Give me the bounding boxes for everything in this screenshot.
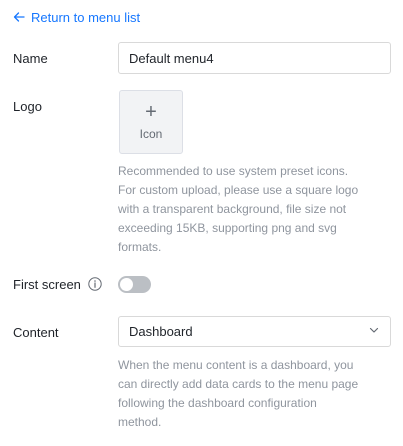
content-select[interactable]: Dashboard xyxy=(118,316,391,347)
logo-help-text: Recommended to use system preset icons. … xyxy=(118,162,358,257)
toggle-knob xyxy=(120,278,133,291)
menu-settings-form: Return to menu list Name Logo + Icon Rec… xyxy=(0,0,403,446)
plus-icon: + xyxy=(145,101,157,123)
logo-help-line: Recommended to use system preset icons. xyxy=(118,164,349,178)
logo-help-line: formats. xyxy=(118,240,162,254)
first-screen-label: First screen xyxy=(13,277,81,292)
info-circle-icon[interactable] xyxy=(88,277,102,291)
logo-help-line: with a transparent background, file size… xyxy=(118,202,347,216)
logo-help-line: For custom upload, please use a square l… xyxy=(118,183,359,197)
name-input[interactable] xyxy=(118,42,391,74)
arrow-left-icon xyxy=(13,11,25,23)
return-link-label: Return to menu list xyxy=(31,9,141,25)
icon-upload-label: Icon xyxy=(139,127,163,141)
logo-label: Logo xyxy=(13,99,42,114)
content-label: Content xyxy=(13,325,59,340)
first-screen-toggle[interactable] xyxy=(118,276,151,293)
logo-help-line: exceeding 15KB, supporting png and svg xyxy=(118,221,337,235)
content-help-line: can directly add data cards to the menu … xyxy=(118,377,359,391)
return-to-menu-list-link[interactable]: Return to menu list xyxy=(13,8,140,26)
content-help-line: method. xyxy=(118,415,162,429)
content-selected-value: Dashboard xyxy=(129,324,193,339)
chevron-down-icon xyxy=(368,324,380,339)
content-help-line: following the dashboard configuration xyxy=(118,396,317,410)
content-help-line: When the menu content is a dashboard, yo… xyxy=(118,358,354,372)
name-label: Name xyxy=(13,51,48,66)
content-help-text: When the menu content is a dashboard, yo… xyxy=(118,356,358,432)
icon-upload-button[interactable]: + Icon xyxy=(119,90,183,154)
